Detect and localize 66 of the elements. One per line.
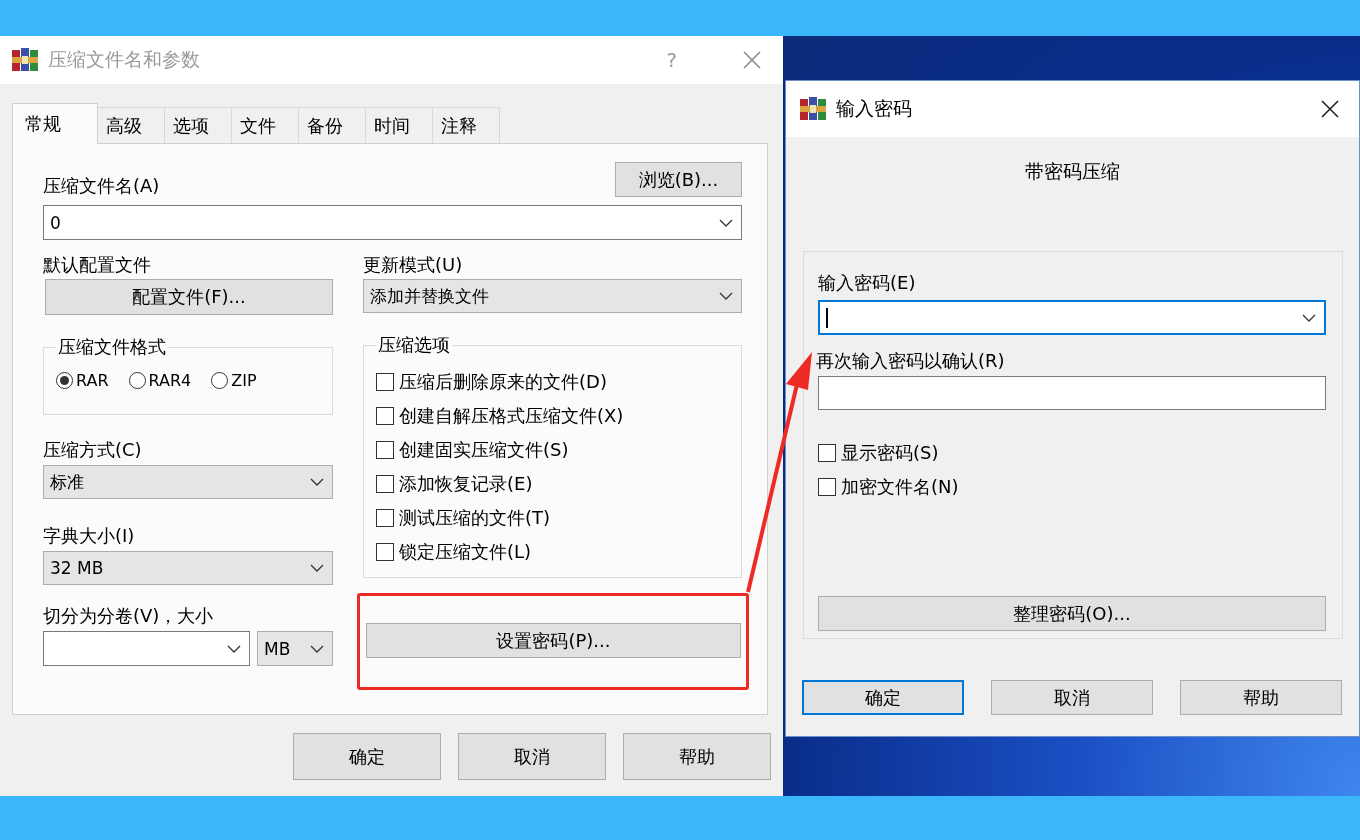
- checkbox[interactable]: [376, 407, 394, 425]
- checkbox-label: 创建自解压格式压缩文件(X): [399, 404, 624, 428]
- radio-button[interactable]: [211, 372, 229, 389]
- chevron-down-icon: [310, 478, 324, 486]
- chevron-down-icon: [227, 644, 241, 653]
- checkbox[interactable]: [376, 373, 394, 391]
- chevron-down-icon: [310, 644, 324, 653]
- close-icon[interactable]: [1321, 100, 1339, 118]
- radio-button[interactable]: [128, 372, 146, 389]
- radio-label: RAR: [76, 371, 109, 390]
- profile-button[interactable]: 配置文件(F)...: [45, 279, 333, 315]
- dropdown[interactable]: 添加并替换文件: [363, 279, 742, 313]
- window-title: 输入密码: [836, 96, 913, 121]
- password-combobox[interactable]: [818, 300, 1326, 335]
- set-password-button[interactable]: 设置密码(P)...: [366, 623, 741, 658]
- volume-size-combobox[interactable]: [43, 631, 250, 666]
- text-cursor: [826, 307, 828, 328]
- field-label: 输入密码(E): [818, 272, 917, 294]
- checkbox-label: 显示密码(S): [841, 441, 939, 465]
- books-icon: [800, 97, 826, 121]
- checkbox[interactable]: [818, 478, 836, 496]
- field-label: 字典大小(I): [43, 525, 136, 547]
- group-label: 压缩文件格式: [57, 335, 167, 359]
- organize-passwords-button[interactable]: 整理密码(O)...: [818, 596, 1326, 631]
- checkbox-label: 测试压缩的文件(T): [399, 506, 551, 530]
- checkbox-label: 锁定压缩文件(L): [399, 540, 532, 564]
- checkbox-label: 添加恢复记录(E): [399, 472, 533, 496]
- radio-label: RAR4: [148, 371, 192, 390]
- unit-dropdown[interactable]: MB: [257, 631, 333, 666]
- chevron-down-icon: [719, 218, 733, 227]
- dialog-button[interactable]: 帮助: [1180, 680, 1342, 715]
- dropdown[interactable]: 32 MB: [43, 551, 333, 585]
- field-label: 再次输入密码以确认(R): [816, 350, 1006, 372]
- checkbox-label: 加密文件名(N): [841, 475, 959, 499]
- field-label: 切分为分卷(V)，大小: [43, 605, 215, 627]
- chevron-down-icon: [310, 564, 324, 572]
- radio-button[interactable]: [56, 372, 73, 389]
- chevron-down-icon: [719, 292, 733, 300]
- dropdown[interactable]: 标准: [43, 465, 333, 499]
- field-label: 压缩文件名(A): [43, 175, 160, 197]
- group-label: 压缩选项: [377, 333, 451, 357]
- checkbox[interactable]: [376, 475, 394, 493]
- checkbox[interactable]: [818, 444, 836, 462]
- dialog-button[interactable]: 确定: [293, 733, 441, 780]
- checkbox-label: 创建固实压缩文件(S): [399, 438, 569, 462]
- dialog-button[interactable]: 取消: [991, 680, 1153, 715]
- window-title: 压缩文件名和参数: [48, 47, 201, 72]
- checkbox[interactable]: [376, 441, 394, 459]
- radio-label: ZIP: [231, 371, 257, 390]
- confirm-password-field[interactable]: [818, 376, 1326, 410]
- chevron-down-icon: [1302, 313, 1316, 322]
- books-icon: [12, 48, 38, 72]
- browse-button[interactable]: 浏览(B)...: [615, 162, 742, 197]
- field-label: 默认配置文件: [43, 254, 152, 276]
- archive-name-combobox[interactable]: 0: [43, 205, 742, 240]
- dialog-button[interactable]: 帮助: [623, 733, 771, 780]
- tab[interactable]: 注释: [432, 107, 500, 143]
- field-label: 压缩方式(C): [43, 439, 143, 461]
- checkbox[interactable]: [376, 509, 394, 527]
- checkbox[interactable]: [376, 543, 394, 561]
- dialog-heading: 带密码压缩: [1025, 159, 1120, 184]
- tab[interactable]: 常规: [12, 103, 98, 144]
- field-label: 更新模式(U): [363, 254, 464, 276]
- checkbox-label: 压缩后删除原来的文件(D): [399, 370, 607, 394]
- dialog-button[interactable]: 确定: [802, 680, 964, 715]
- dialog-button[interactable]: 取消: [458, 733, 606, 780]
